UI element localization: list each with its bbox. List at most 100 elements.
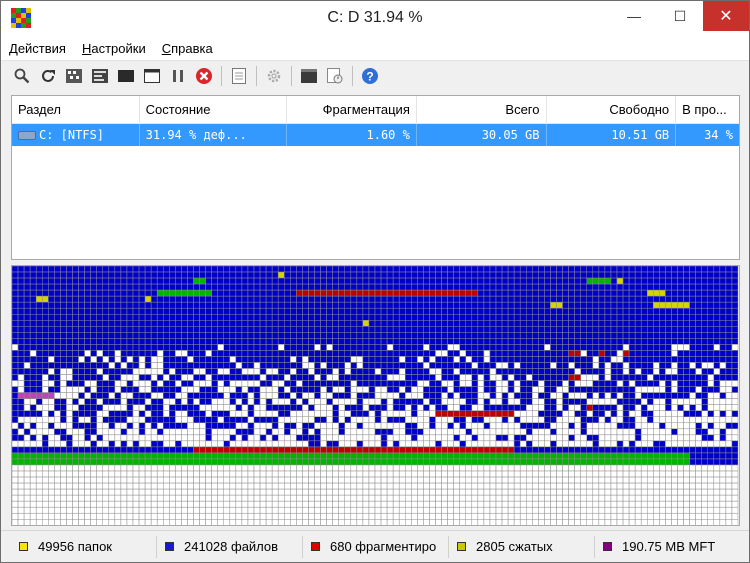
help-icon[interactable]: ?: [359, 65, 381, 87]
cluster-cell: [29, 283, 37, 291]
cluster-cell: [453, 289, 460, 297]
column-header-total[interactable]: Всего: [417, 96, 547, 124]
cluster-cell: [386, 470, 394, 478]
cluster-cell: [271, 500, 279, 508]
cluster-cell: [247, 452, 255, 460]
cluster-cell: [302, 464, 309, 472]
table-row[interactable]: C: [NTFS] 31.94 % деф... 1.60 % 30.05 GB…: [12, 124, 739, 146]
cluster-cell: [241, 320, 249, 327]
cluster-cell: [634, 434, 642, 442]
cluster-cell: [707, 326, 715, 333]
cluster-cell: [332, 338, 339, 345]
cluster-cell: [54, 512, 61, 520]
cluster-cell: [435, 326, 442, 333]
cluster-cell: [719, 470, 727, 478]
cluster-cell: [362, 494, 370, 502]
map-pattern-icon[interactable]: [89, 65, 111, 87]
column-header-status[interactable]: Состояние: [140, 96, 288, 124]
cluster-cell: [193, 320, 200, 327]
cluster-cell: [229, 350, 237, 357]
menu-settings[interactable]: Настройки: [82, 41, 146, 56]
cluster-cell: [362, 464, 370, 472]
cluster-cell: [199, 464, 206, 472]
cluster-cell: [398, 380, 406, 387]
cluster-cell: [447, 356, 454, 363]
dark-block-icon[interactable]: [115, 65, 137, 87]
cluster-cell: [459, 434, 467, 442]
cluster-cell: [405, 356, 412, 363]
cluster-cell: [229, 416, 237, 424]
console-icon[interactable]: [298, 65, 320, 87]
cluster-cell: [386, 350, 394, 357]
column-header-percent[interactable]: В про...: [676, 96, 739, 124]
cluster-cell: [441, 283, 448, 291]
scheduler-icon[interactable]: [324, 65, 346, 87]
gear-icon[interactable]: [263, 65, 285, 87]
cluster-cell: [138, 374, 146, 381]
cluster-cell: [156, 326, 164, 333]
column-header-free[interactable]: Свободно: [547, 96, 677, 124]
cluster-cell: [616, 470, 624, 478]
cluster-cell: [241, 440, 249, 448]
cluster-cell: [290, 320, 297, 327]
cluster-cell: [671, 350, 678, 357]
column-header-volume[interactable]: Раздел: [12, 96, 140, 124]
cluster-cell: [405, 392, 412, 399]
cluster-cell: [374, 289, 382, 297]
cluster-cell: [332, 301, 339, 309]
pause-icon[interactable]: [167, 65, 189, 87]
cluster-cell: [453, 332, 460, 339]
cluster-cell: [284, 428, 291, 436]
cluster-map[interactable]: [11, 265, 740, 526]
cluster-cell: [628, 313, 636, 321]
magnifier-icon[interactable]: [11, 65, 33, 87]
cluster-cell: [23, 326, 31, 333]
cluster-cell: [296, 464, 303, 472]
maximize-button[interactable]: ☐: [657, 1, 703, 31]
cluster-cell: [108, 470, 116, 478]
stop-icon[interactable]: [193, 65, 215, 87]
cluster-cell: [23, 428, 31, 436]
cluster-cell: [562, 350, 569, 357]
report-icon[interactable]: [228, 65, 250, 87]
cluster-cell: [392, 452, 400, 460]
cluster-cell: [568, 386, 575, 393]
cluster-cell: [108, 488, 116, 496]
cluster-cell: [471, 398, 479, 405]
cluster-cell: [66, 488, 73, 496]
cluster-cell: [659, 446, 666, 454]
cluster-cell: [338, 277, 346, 285]
cluster-cell: [417, 350, 424, 357]
refresh-icon[interactable]: [37, 65, 59, 87]
cluster-cell: [211, 506, 218, 514]
cluster-cell: [338, 458, 346, 466]
cluster-cell: [701, 386, 709, 393]
window-icon[interactable]: [141, 65, 163, 87]
cluster-cell: [556, 440, 563, 448]
cluster-cell: [532, 326, 539, 333]
cluster-cell: [48, 500, 55, 508]
menu-actions[interactable]: Действия: [9, 41, 66, 56]
defrag-pattern-icon[interactable]: [63, 65, 85, 87]
cluster-cell: [453, 398, 460, 405]
cluster-cell: [380, 488, 388, 496]
cluster-cell: [102, 362, 110, 369]
cluster-cell: [314, 488, 321, 496]
cluster-cell: [483, 326, 491, 333]
menu-help[interactable]: Справка: [162, 41, 213, 56]
cluster-cell: [84, 277, 91, 285]
cluster-cell: [647, 362, 654, 369]
cluster-cell: [574, 344, 581, 351]
cluster-cell: [290, 289, 297, 297]
minimize-button[interactable]: —: [611, 1, 657, 31]
cluster-cell: [253, 386, 261, 393]
cluster-cell: [507, 313, 515, 321]
close-button[interactable]: ✕: [703, 1, 749, 31]
cluster-cell: [35, 440, 43, 448]
cluster-cell: [265, 289, 273, 297]
cluster-cell: [102, 313, 110, 321]
cluster-cell: [150, 271, 158, 279]
column-header-fragmentation[interactable]: Фрагментация: [287, 96, 417, 124]
cluster-cell: [102, 392, 110, 399]
cluster-cell: [538, 356, 545, 363]
